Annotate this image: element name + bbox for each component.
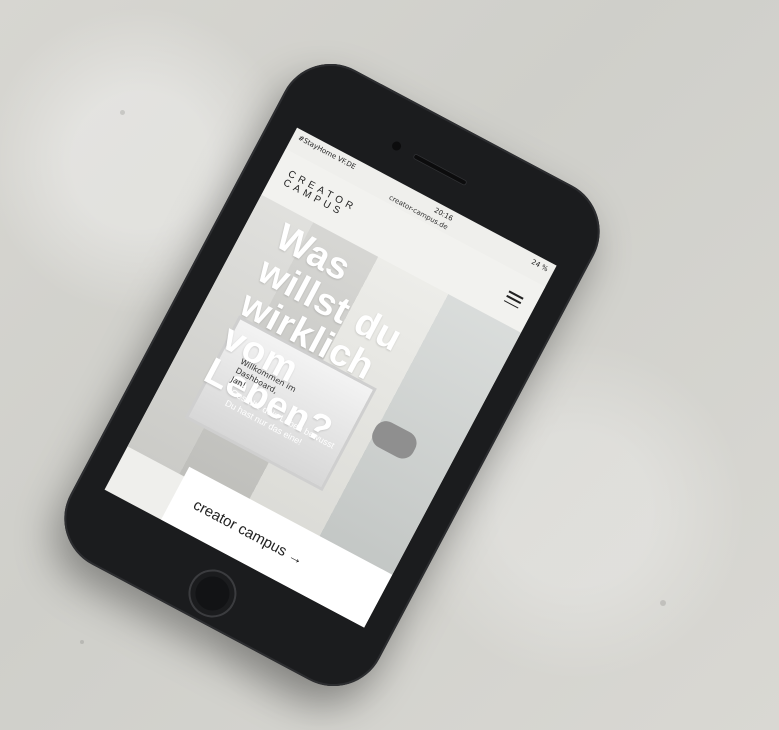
front-camera: [390, 139, 403, 153]
concrete-speck: [80, 640, 84, 644]
concrete-speck: [120, 110, 125, 115]
concrete-speck: [660, 600, 666, 606]
home-button[interactable]: [179, 560, 245, 626]
hamburger-menu-icon[interactable]: [503, 290, 524, 309]
earpiece-speaker: [412, 152, 468, 187]
